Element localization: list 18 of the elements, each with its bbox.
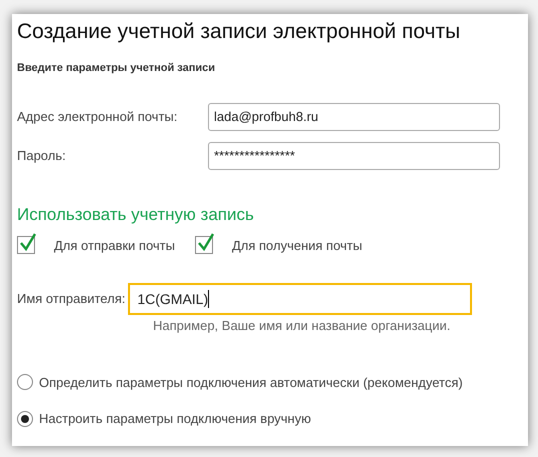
- checkbox-label: Для получения почты: [232, 236, 362, 255]
- radio-label: Определить параметры подключения автоматически (рекомендуется): [39, 374, 463, 392]
- input-field[interactable]: 1C(GMAIL): [128, 283, 472, 315]
- window-title: Создание учетной записи электронной почты: [17, 19, 462, 45]
- section-subtitle: Введите параметры учетной записи: [17, 61, 216, 76]
- field-label: Адрес электронной почты:: [17, 108, 178, 126]
- radio-button[interactable]: [17, 410, 33, 427]
- field-label: Пароль:: [17, 146, 67, 165]
- checkbox[interactable]: [17, 236, 35, 254]
- radio-button[interactable]: [17, 374, 33, 390]
- radio-label: Настроить параметры подключения вручную: [39, 410, 311, 428]
- input-field[interactable]: lada@profbuh8.ru: [208, 102, 500, 130]
- field-label: Имя отправителя:: [17, 290, 126, 308]
- input-field[interactable]: ****************: [208, 142, 500, 170]
- hint-text: Например, Ваше имя или название организации.: [153, 317, 452, 335]
- checkbox[interactable]: [194, 236, 213, 254]
- section-heading: Использовать учетную запись: [17, 204, 255, 226]
- checkbox-label: Для отправки почты: [54, 236, 175, 255]
